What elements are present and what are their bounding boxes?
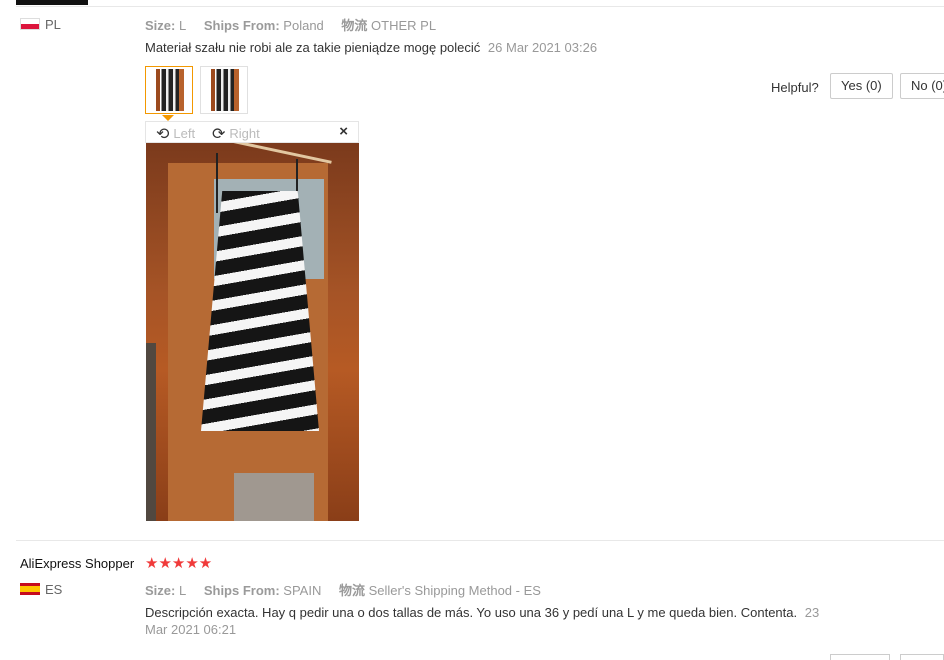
- ships-from-value: Poland: [283, 18, 324, 33]
- logistics-value: Seller's Shipping Method - ES: [368, 583, 541, 598]
- star-rating: ★★★★★: [145, 555, 213, 572]
- active-tab-indicator: [16, 0, 88, 5]
- size-value: L: [178, 18, 187, 33]
- review2-date-part2: Mar 2021 06:21: [145, 622, 237, 637]
- review2-date-part1: 23: [804, 605, 820, 620]
- review-photo-thumb-2[interactable]: [200, 66, 248, 114]
- photo-rotate-toolbar: ⟲ Left ⟳ Right ×: [145, 121, 359, 143]
- review2-no-button-edge[interactable]: [900, 654, 944, 660]
- reviewer-name: AliExpress Shopper: [20, 556, 135, 571]
- review-photo-thumb-1[interactable]: [145, 66, 193, 114]
- ships-from-label: Ships From:: [203, 18, 280, 33]
- review2-content: Descripción exacta. Hay q pedir una o do…: [145, 605, 819, 620]
- review2-country: ES: [45, 582, 63, 597]
- review1-text: Materiał szału nie robi ale za takie pie…: [145, 40, 481, 55]
- size-value: L: [178, 583, 187, 598]
- ships-from-value: SPAIN: [283, 583, 322, 598]
- review-divider: [16, 540, 944, 541]
- size-label: Size:: [145, 18, 176, 33]
- rotate-right-button[interactable]: ⟳ Right: [212, 124, 260, 144]
- spain-flag-icon: [20, 583, 40, 595]
- review1-meta: Size: L Ships From: Poland 物流 OTHER PL: [145, 15, 436, 34]
- close-icon[interactable]: ×: [339, 123, 348, 140]
- poland-flag-icon: [20, 18, 40, 30]
- review2-meta: Size: L Ships From: SPAIN 物流 Seller's Sh…: [145, 580, 541, 599]
- logistics-value: OTHER PL: [371, 18, 437, 33]
- review2-yes-button-edge[interactable]: [830, 654, 890, 660]
- helpful-yes-button[interactable]: Yes (0): [830, 73, 893, 99]
- size-label: Size:: [145, 583, 176, 598]
- logistics-label: 物流: [341, 18, 368, 33]
- review1-country: PL: [45, 17, 61, 32]
- rotate-right-icon: ⟳: [212, 126, 226, 143]
- rotate-right-label: Right: [229, 126, 260, 141]
- rotate-left-icon: ⟲: [156, 126, 170, 143]
- helpful-label: Helpful?: [771, 80, 819, 95]
- review2-text: Descripción exacta. Hay q pedir una o do…: [145, 605, 798, 620]
- top-divider: [16, 6, 944, 7]
- logistics-label: 物流: [338, 583, 365, 598]
- helpful-no-button[interactable]: No (0): [900, 73, 944, 99]
- review1-content: Materiał szału nie robi ale za takie pie…: [145, 40, 597, 55]
- rotate-left-button[interactable]: ⟲ Left: [156, 124, 195, 144]
- review1-date: 26 Mar 2021 03:26: [487, 40, 598, 55]
- rotate-left-label: Left: [173, 126, 196, 141]
- ships-from-label: Ships From:: [203, 583, 280, 598]
- review-photo-enlarged[interactable]: [146, 143, 359, 521]
